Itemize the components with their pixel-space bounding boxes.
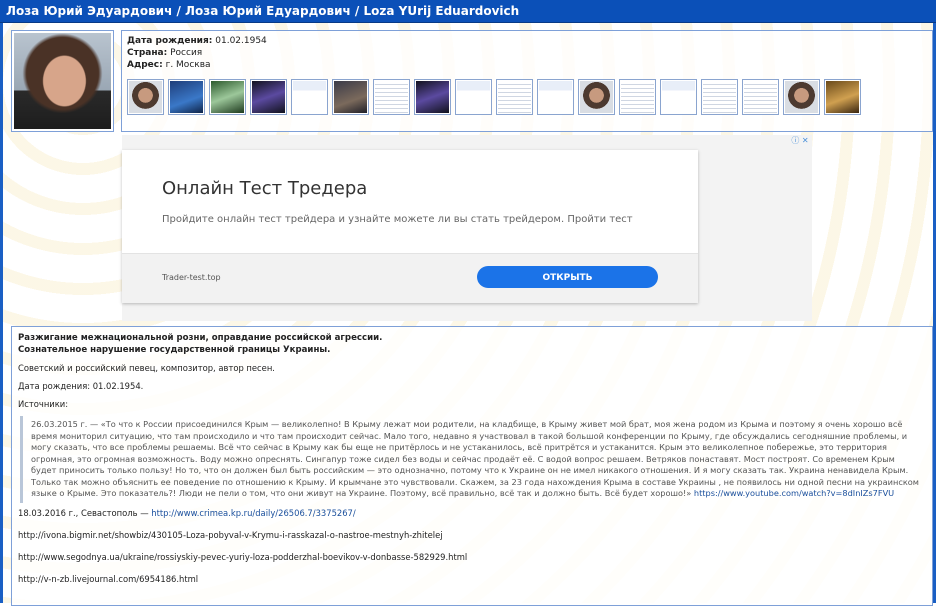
birth-date-value: 01.02.1954 [215,36,267,46]
source-1: 18.03.2016 г., Севастополь — http://www.… [18,507,926,520]
quote-block: 26.03.2015 г. — «То что к России присоед… [20,416,926,503]
source-1-link[interactable]: http://www.crimea.kp.ru/daily/26506.7/33… [151,508,355,518]
thumbnail-9[interactable] [455,79,492,115]
thumbnail-5[interactable] [291,79,328,115]
thumbnail-15[interactable] [701,79,738,115]
source-4-link[interactable]: http://v-n-zb.livejournal.com/6954186.ht… [18,573,926,586]
thumbnail-11[interactable] [537,79,574,115]
quote-text: 26.03.2015 г. — «То что к России присоед… [31,419,919,498]
thumbnail-1[interactable] [127,79,164,115]
source-1-prefix: 18.03.2016 г., Севастополь — [18,507,152,518]
photo-icon [129,81,162,113]
country-row: Страна: Россия [127,47,927,59]
thumbnail-7[interactable] [373,79,410,115]
address-value: г. Москва [165,60,211,70]
document-icon [744,81,777,113]
ad-open-button[interactable]: ОТКРЫТЬ [477,266,658,288]
photo-icon [252,81,285,113]
thumbnail-6[interactable] [332,79,369,115]
thumbnail-18[interactable] [824,79,861,115]
ad-title[interactable]: Онлайн Тест Тредера [162,178,367,199]
thumbnail-17[interactable] [783,79,820,115]
document-icon [703,81,736,113]
document-icon [293,81,326,113]
thumbnail-12[interactable] [578,79,615,115]
document-icon [457,81,490,113]
document-icon [539,81,572,113]
ad-choices-icon[interactable]: ⓘ ✕ [789,135,811,146]
document-icon [662,81,695,113]
country-value: Россия [170,48,203,58]
thumbnail-13[interactable] [619,79,656,115]
thumbnail-2[interactable] [168,79,205,115]
profile-info-box: Дата рождения: 01.02.1954 Страна: Россия… [121,30,933,132]
thumbnail-gallery [127,79,861,115]
headline-1: Разжигание межнациональной розни, оправд… [18,333,383,343]
thumbnail-14[interactable] [660,79,697,115]
ad-domain: Trader-test.top [162,273,221,282]
bio-text: Советский и российский певец, композитор… [18,363,275,373]
document-icon [498,81,531,113]
ad-card[interactable]: Онлайн Тест Тредера Пройдите онлайн тест… [122,150,698,303]
birth-date-label: Дата рождения: [127,36,213,46]
source-3-link[interactable]: http://www.segodnya.ua/ukraine/rossiyski… [18,551,926,564]
quote-link[interactable]: https://www.youtube.com/watch?v=8dInIZs7… [694,488,894,498]
ad-footer: Trader-test.top ОТКРЫТЬ [122,253,698,303]
photo-icon [170,81,203,113]
thumbnail-10[interactable] [496,79,533,115]
photo-icon [580,81,613,113]
thumbnail-16[interactable] [742,79,779,115]
profile-page: Дата рождения: 01.02.1954 Страна: Россия… [0,23,936,606]
address-row: Адрес: г. Москва [127,59,927,71]
photo-icon [785,81,818,113]
profile-photo[interactable] [11,30,114,132]
photo-icon [211,81,244,113]
page-title: Лоза Юрий Эдуардович / Лоза Юрий Едуардо… [0,0,936,23]
thumbnail-3[interactable] [209,79,246,115]
headline-2: Сознательное нарушение государственной г… [18,345,331,355]
document-icon [621,81,654,113]
thumbnail-4[interactable] [250,79,287,115]
birth-date-row: Дата рождения: 01.02.1954 [127,35,927,47]
photo-icon [416,81,449,113]
birth-text: Дата рождения: 01.02.1954. [18,381,144,391]
document-icon [375,81,408,113]
country-label: Страна: [127,48,168,58]
source-2-link[interactable]: http://ivona.bigmir.net/showbiz/430105-L… [18,529,926,542]
thumbnail-8[interactable] [414,79,451,115]
portrait-image [14,33,111,129]
photo-icon [826,81,859,113]
ad-text: Пройдите онлайн тест трейдера и узнайте … [162,214,633,225]
address-label: Адрес: [127,60,163,70]
article-box: Разжигание межнациональной розни, оправд… [11,326,933,606]
photo-icon [334,81,367,113]
sources-label: Источники: [18,399,69,409]
